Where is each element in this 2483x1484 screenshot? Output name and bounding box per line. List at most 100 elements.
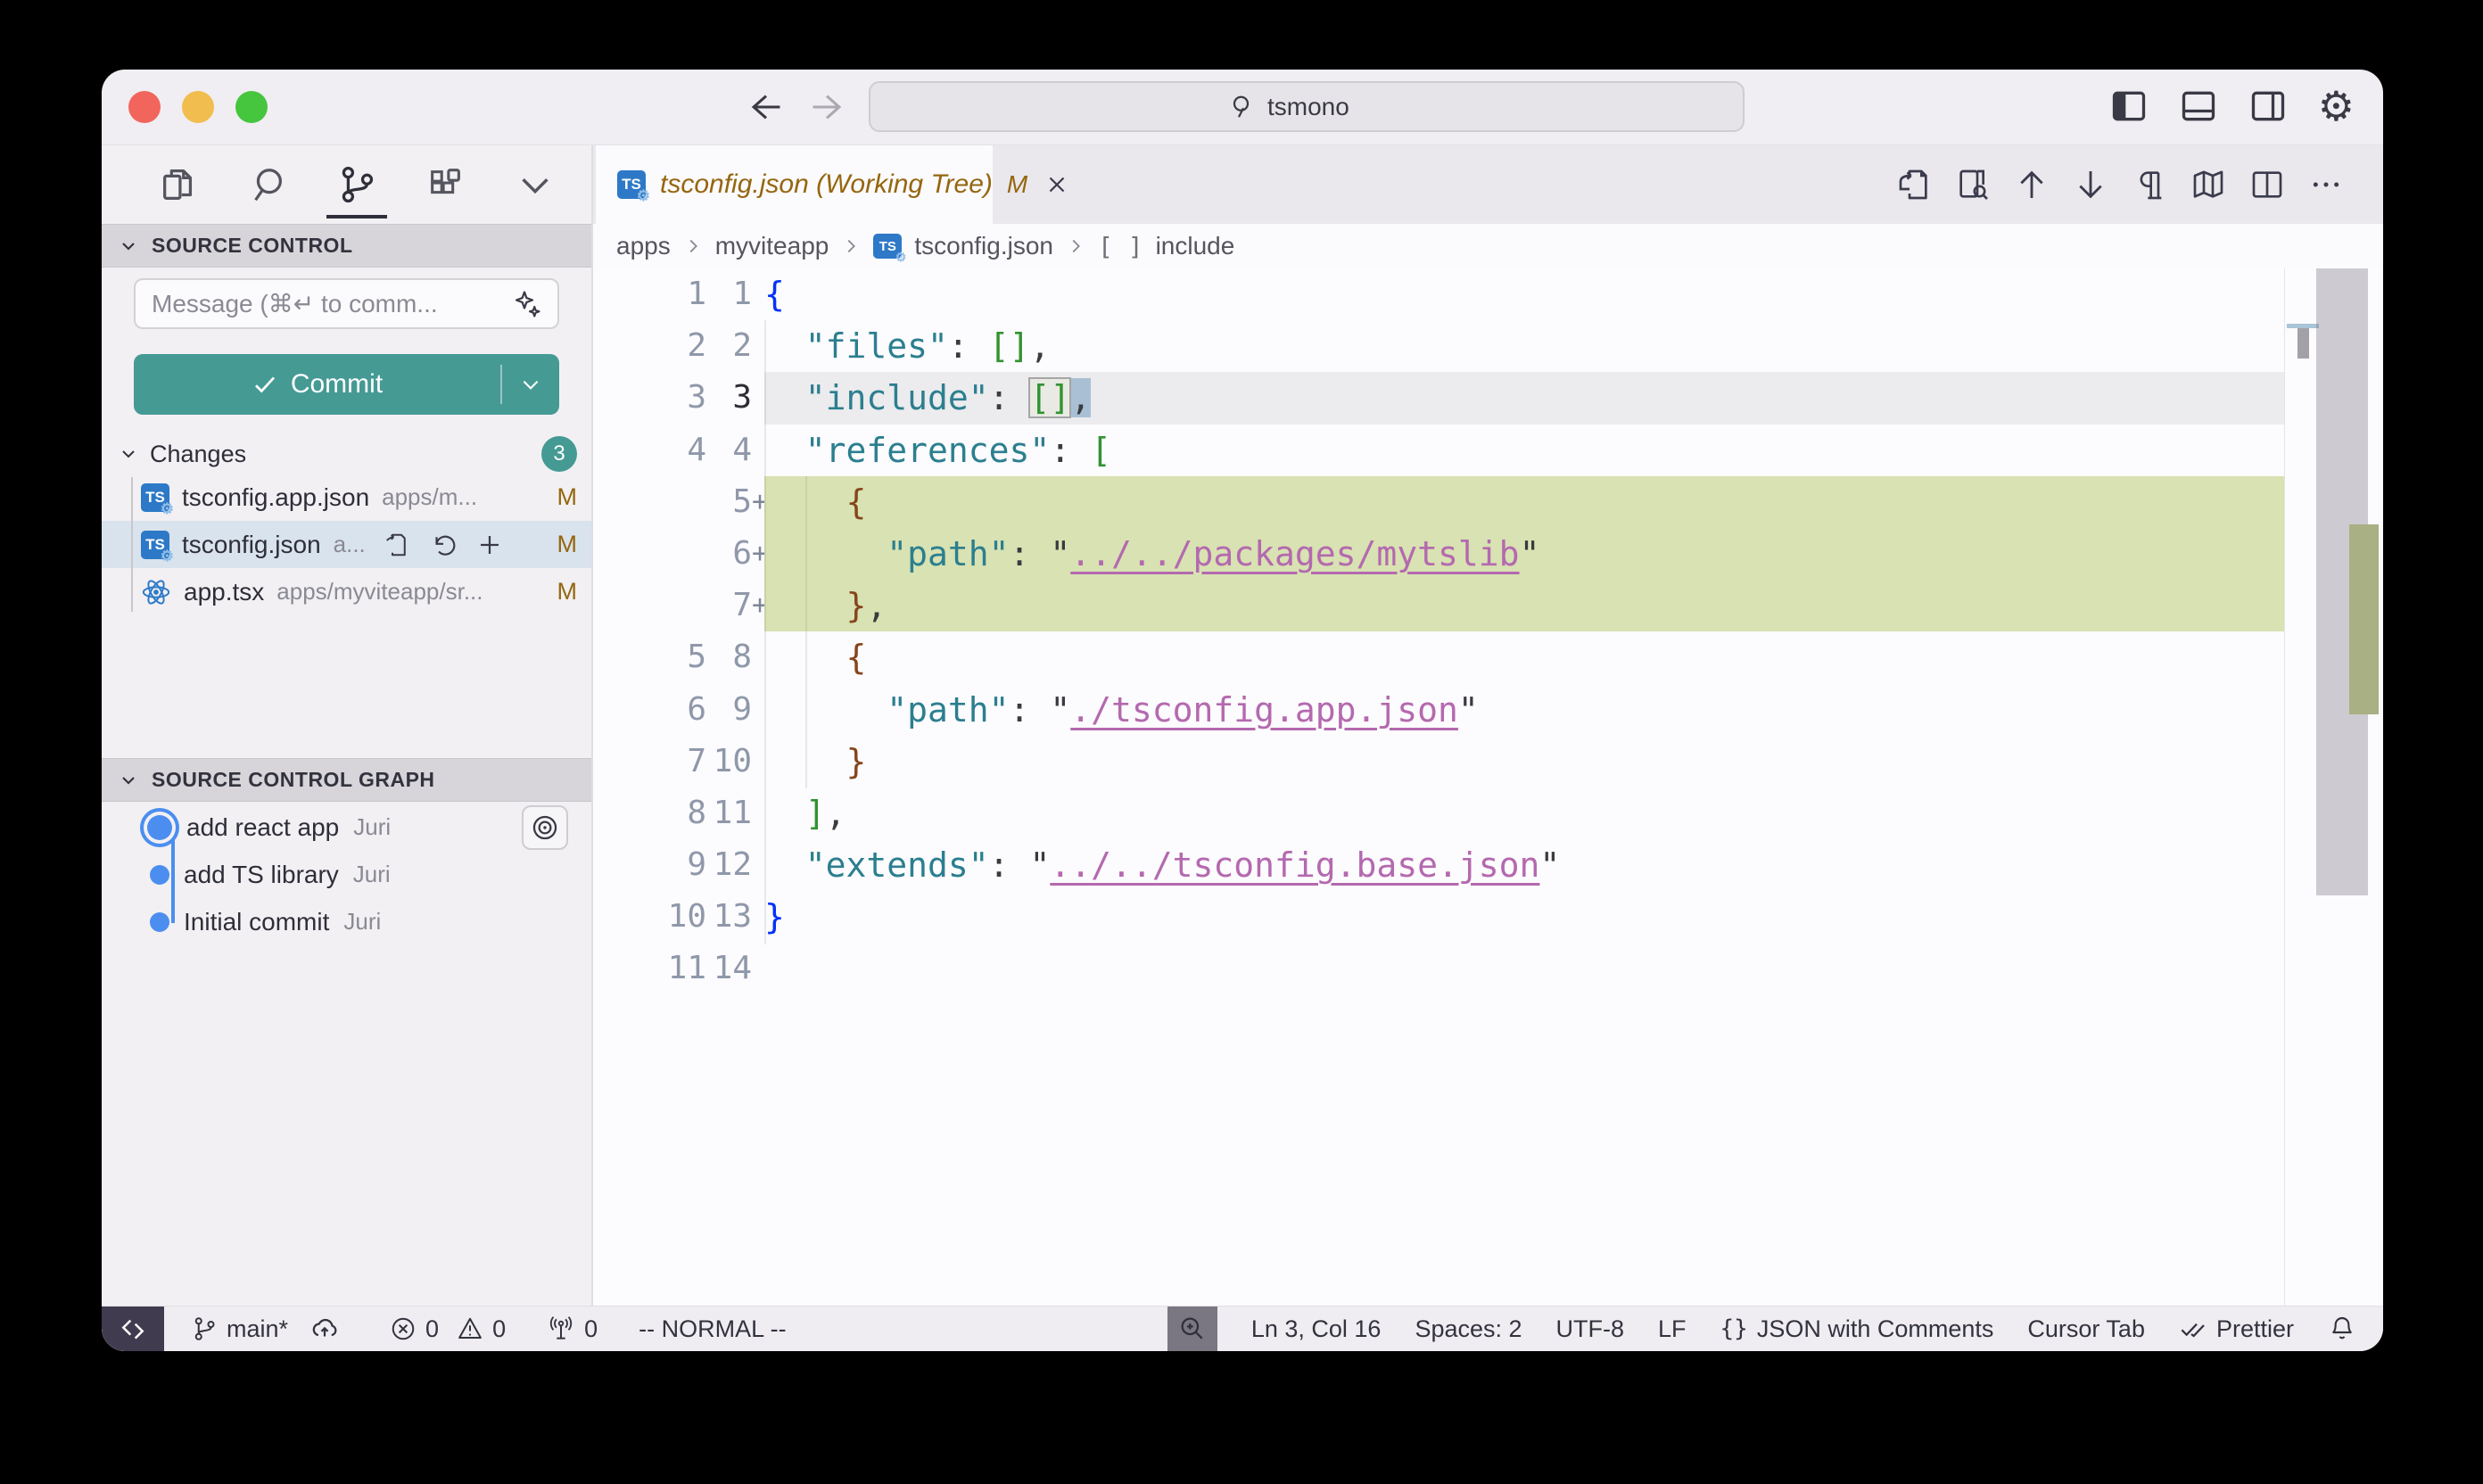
- inline-view-search-icon[interactable]: [1955, 167, 1991, 202]
- overview-ruler[interactable]: [2284, 268, 2383, 1306]
- more-views-chevron-icon[interactable]: [508, 158, 562, 211]
- code-line[interactable]: 3 3 "include": [],: [593, 372, 2285, 424]
- double-check-icon: [2179, 1315, 2207, 1343]
- toggle-secondary-sidebar-icon[interactable]: [2248, 87, 2288, 126]
- diff-editor[interactable]: 1 1 { 2 2 "files": [],: [593, 268, 2383, 1306]
- changed-file-row[interactable]: TS⚙ tsconfig.json a... M: [102, 521, 591, 568]
- commit-dropdown-chevron-icon[interactable]: [502, 373, 559, 396]
- publish-cloud-icon[interactable]: [309, 1314, 340, 1344]
- code-line[interactable]: 10 13 }: [593, 891, 2285, 943]
- code-line[interactable]: 11 14: [593, 943, 2285, 994]
- breadcrumb-tsconfig[interactable]: tsconfig.json: [914, 232, 1053, 260]
- zoom-indicator[interactable]: [1167, 1307, 1217, 1351]
- open-file-icon[interactable]: [384, 532, 410, 558]
- maximize-window-button[interactable]: [235, 91, 268, 123]
- search-input[interactable]: [1267, 93, 1383, 121]
- code-line[interactable]: 6 9 "path": "./tsconfig.app.json": [593, 684, 2285, 736]
- explorer-icon[interactable]: [152, 158, 205, 211]
- remote-indicator-icon[interactable]: [102, 1307, 164, 1351]
- code-line-content[interactable]: "files": [],: [764, 320, 2285, 372]
- code-line[interactable]: 2 2 "files": [],: [593, 320, 2285, 372]
- code-line-content[interactable]: "path": "./tsconfig.app.json": [764, 684, 2285, 736]
- ports-status-item[interactable]: 0: [547, 1315, 598, 1343]
- cursor-tab-item[interactable]: Cursor Tab: [2027, 1315, 2145, 1343]
- close-tab-icon[interactable]: [1044, 171, 1070, 198]
- cursor-tab-text: Cursor Tab: [2027, 1315, 2145, 1343]
- changed-file-row[interactable]: TS⚙ tsconfig.app.json apps/m... M: [102, 474, 591, 521]
- more-actions-icon[interactable]: [2308, 167, 2344, 202]
- commit-button[interactable]: Commit: [134, 354, 559, 415]
- map-minimap-icon[interactable]: [2190, 167, 2226, 202]
- toggle-primary-sidebar-icon[interactable]: [2109, 87, 2149, 126]
- vim-mode-indicator[interactable]: -- NORMAL --: [639, 1315, 786, 1343]
- extensions-icon[interactable]: [419, 158, 473, 211]
- code-line[interactable]: 4 4 "references": [: [593, 425, 2285, 476]
- previous-change-arrow-up-icon[interactable]: [2014, 167, 2050, 202]
- goto-head-target-icon[interactable]: [522, 805, 568, 850]
- indentation-item[interactable]: Spaces: 2: [1415, 1315, 1522, 1343]
- code-line-content[interactable]: }: [764, 736, 2285, 787]
- old-line-number: 1: [593, 268, 706, 320]
- formatter-item[interactable]: Prettier: [2179, 1315, 2294, 1343]
- problems-status-item[interactable]: 0 0: [390, 1315, 506, 1343]
- code-line-content[interactable]: [764, 943, 2285, 994]
- code-line[interactable]: 1 1 {: [593, 268, 2285, 320]
- cursor-position-item[interactable]: Ln 3, Col 16: [1251, 1315, 1382, 1343]
- commit-row[interactable]: add TS library Juri: [102, 851, 591, 898]
- command-center-search[interactable]: [869, 81, 1745, 132]
- code-line[interactable]: 8 11 ],: [593, 787, 2285, 839]
- code-line-content[interactable]: "include": [],: [764, 372, 2285, 424]
- close-window-button[interactable]: [128, 91, 161, 123]
- sparkle-ai-icon[interactable]: [511, 288, 543, 320]
- commit-message-box[interactable]: [134, 278, 559, 329]
- code-line-content[interactable]: }: [764, 891, 2285, 943]
- source-control-view-icon[interactable]: [330, 158, 384, 211]
- code-line[interactable]: 5 + {: [593, 476, 2285, 528]
- next-change-arrow-down-icon[interactable]: [2073, 167, 2108, 202]
- breadcrumb-apps[interactable]: apps: [616, 232, 671, 260]
- code-line[interactable]: 9 12 "extends": "../../tsconfig.base.jso…: [593, 839, 2285, 891]
- minimize-window-button[interactable]: [182, 91, 214, 123]
- commit-row[interactable]: add react app Juri: [102, 804, 591, 851]
- code-line-content[interactable]: },: [764, 580, 2285, 631]
- new-line-number: 12: [706, 839, 752, 891]
- settings-gear-icon[interactable]: ⚙: [2318, 86, 2355, 127]
- code-line-content[interactable]: "extends": "../../tsconfig.base.json": [764, 839, 2285, 891]
- encoding-item[interactable]: UTF-8: [1556, 1315, 1625, 1343]
- source-control-section-header[interactable]: SOURCE CONTROL: [102, 224, 591, 268]
- code-line-content[interactable]: {: [764, 268, 2285, 320]
- changed-file-row[interactable]: TS⚙ app.tsx apps/myviteapp/sr... M: [102, 568, 591, 615]
- eol-item[interactable]: LF: [1658, 1315, 1687, 1343]
- code-line-content[interactable]: ],: [764, 787, 2285, 839]
- open-changes-file-icon[interactable]: [1896, 167, 1932, 202]
- old-line-number: 11: [593, 943, 706, 994]
- code-line[interactable]: 5 8 {: [593, 631, 2285, 683]
- code-line-content[interactable]: "path": "../../packages/mytslib": [764, 528, 2285, 580]
- discard-changes-icon[interactable]: [430, 532, 457, 558]
- toggle-panel-icon[interactable]: [2179, 87, 2218, 126]
- notifications-bell-icon[interactable]: [2328, 1315, 2356, 1343]
- search-view-icon[interactable]: [241, 158, 294, 211]
- tab-tsconfig-working-tree[interactable]: TS⚙ tsconfig.json (Working Tree) M: [596, 145, 993, 224]
- whitespace-pilcrow-icon[interactable]: [2132, 167, 2167, 202]
- commit-row[interactable]: Initial commit Juri: [102, 898, 591, 945]
- breadcrumb-include[interactable]: include: [1156, 232, 1235, 260]
- code-line[interactable]: 6 + "path": "../../packages/mytslib": [593, 528, 2285, 580]
- tab-modified-badge: M: [1007, 170, 1027, 199]
- changes-header[interactable]: Changes 3: [102, 434, 591, 474]
- language-mode-item[interactable]: {} JSON with Comments: [1720, 1315, 1994, 1343]
- branch-status-item[interactable]: main*: [191, 1314, 340, 1344]
- code-line-content[interactable]: {: [764, 631, 2285, 683]
- back-arrow-icon[interactable]: [749, 92, 783, 122]
- forward-arrow-icon[interactable]: [810, 92, 844, 122]
- split-editor-icon[interactable]: [2249, 167, 2285, 202]
- breadcrumb-myviteapp[interactable]: myviteapp: [715, 232, 829, 260]
- ports-count: 0: [584, 1315, 598, 1343]
- stage-changes-plus-icon[interactable]: [476, 532, 503, 558]
- code-line[interactable]: 7 10 }: [593, 736, 2285, 787]
- code-line-content[interactable]: "references": [: [764, 425, 2285, 476]
- code-line[interactable]: 7 + },: [593, 580, 2285, 631]
- code-line-content[interactable]: {: [764, 476, 2285, 528]
- commit-message-input[interactable]: [150, 289, 511, 319]
- source-control-graph-header[interactable]: SOURCE CONTROL GRAPH: [102, 758, 591, 802]
